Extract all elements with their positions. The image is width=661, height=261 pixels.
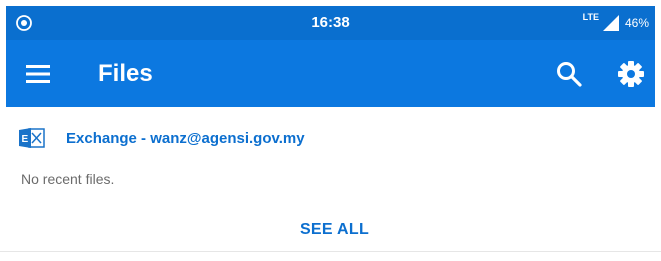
hamburger-menu-icon[interactable] — [24, 62, 52, 86]
search-icon[interactable] — [555, 60, 583, 88]
svg-text:E: E — [22, 134, 29, 145]
signal-icon — [602, 15, 619, 31]
account-label: Exchange - wanz@agensi.gov.my — [66, 129, 305, 147]
exchange-icon: E — [19, 128, 45, 148]
see-all-button[interactable]: SEE ALL — [6, 212, 655, 248]
empty-state-message: No recent files. — [21, 171, 115, 187]
network-type-label: LTE — [582, 12, 599, 22]
status-time: 16:38 — [311, 14, 350, 31]
status-bar: 16:38 LTE 46% — [6, 6, 655, 40]
account-row-exchange[interactable]: E Exchange - wanz@agensi.gov.my — [18, 123, 305, 153]
gear-icon[interactable] — [616, 59, 646, 89]
page-title: Files — [98, 60, 153, 87]
divider — [0, 251, 661, 252]
app-bar: Files — [6, 40, 655, 107]
status-indicators: LTE 46% — [583, 6, 649, 40]
battery-percentage: 46% — [624, 16, 649, 30]
app-screen: 16:38 LTE 46% Files E Exchange - wanz@ag… — [6, 6, 655, 261]
